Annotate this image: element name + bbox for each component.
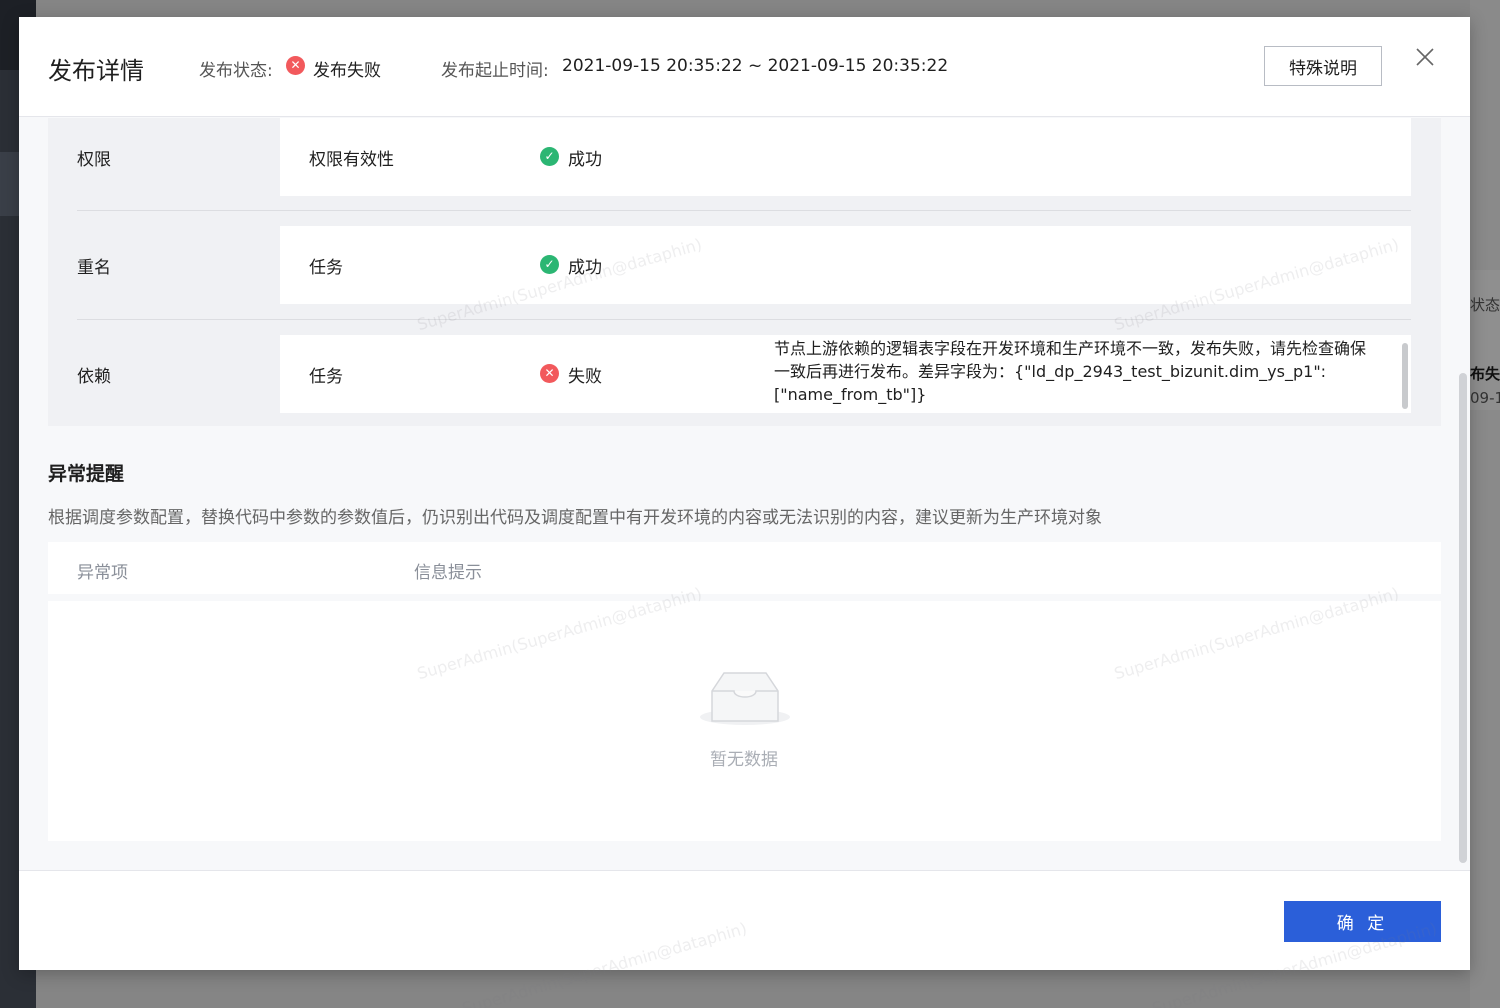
special-note-button[interactable]: 特殊说明 (1264, 46, 1382, 86)
inner-scrollbar[interactable] (1402, 343, 1408, 409)
publish-time-label: 发布起止时间: (441, 61, 549, 81)
dialog-header: 发布详情 发布状态: ✕ 发布失败 发布起止时间: 2021-09-15 20:… (19, 17, 1470, 117)
dialog-scrollbar[interactable] (1459, 373, 1467, 863)
column-header: 异常项 (77, 563, 128, 583)
background-text: 布失 (1470, 365, 1500, 383)
check-row: 重名 任务 ✓ 成功 (48, 226, 1441, 304)
check-row: 依赖 任务 ✕ 失败 节点上游依赖的逻辑表字段在开发环境和生产环境不一致，发布失… (48, 335, 1441, 413)
fail-icon: ✕ (286, 56, 305, 75)
check-detail-cell: 任务 ✕ 失败 节点上游依赖的逻辑表字段在开发环境和生产环境不一致，发布失败，请… (280, 335, 1411, 413)
check-detail-cell: 任务 ✓ 成功 (280, 226, 1411, 304)
confirm-button[interactable]: 确 定 (1284, 901, 1441, 942)
check-category: 重名 (77, 258, 111, 278)
anomaly-section-title: 异常提醒 (48, 463, 125, 485)
check-detail-cell: 权限有效性 ✓ 成功 (280, 118, 1411, 196)
anomaly-table-body: 暂无数据 (48, 601, 1441, 841)
check-message: 节点上游依赖的逻辑表字段在开发环境和生产环境不一致，发布失败，请先检查确保一致后… (774, 339, 1367, 404)
check-row: 权限 权限有效性 ✓ 成功 (48, 118, 1441, 196)
empty-inbox-icon (700, 672, 790, 725)
check-item: 任务 (309, 367, 343, 387)
check-result: 失败 (568, 367, 602, 387)
check-result-list: 权限 权限有效性 ✓ 成功 重名 任务 ✓ 成功 依赖 任务 ✕ 失败 节点上游… (48, 118, 1441, 426)
dialog-title: 发布详情 (48, 57, 144, 85)
row-divider (77, 210, 1411, 211)
publish-status-label: 发布状态: (199, 61, 273, 81)
check-item: 任务 (309, 258, 343, 278)
success-icon: ✓ (540, 147, 559, 166)
empty-text: 暂无数据 (710, 750, 778, 770)
anomaly-table-header: 异常项 信息提示 (48, 542, 1441, 594)
success-icon: ✓ (540, 255, 559, 274)
publish-time-value: 2021-09-15 20:35:22 ~ 2021-09-15 20:35:2… (562, 56, 949, 76)
dialog-body[interactable]: 权限 权限有效性 ✓ 成功 重名 任务 ✓ 成功 依赖 任务 ✕ 失败 节点上游… (19, 118, 1470, 870)
anomaly-description: 根据调度参数配置，替换代码中参数的参数值后，仍识别出代码及调度配置中有开发环境的… (48, 508, 1102, 528)
check-category: 依赖 (77, 367, 111, 387)
background-text: 状态/ (1470, 296, 1500, 314)
check-category: 权限 (77, 150, 111, 170)
publish-status-value: 发布失败 (313, 61, 381, 81)
check-result: 成功 (568, 150, 602, 170)
fail-icon: ✕ (540, 364, 559, 383)
check-item: 权限有效性 (309, 150, 394, 170)
column-header: 信息提示 (414, 563, 482, 583)
background-right-panel: 状态/ 布失 09-1 (1470, 0, 1500, 1008)
background-text: 09-1 (1470, 389, 1500, 407)
check-result: 成功 (568, 258, 602, 278)
publish-detail-dialog: 发布详情 发布状态: ✕ 发布失败 发布起止时间: 2021-09-15 20:… (19, 17, 1470, 970)
close-icon[interactable] (1414, 46, 1436, 68)
dialog-footer: 确 定 (19, 870, 1470, 970)
row-divider (77, 319, 1411, 320)
